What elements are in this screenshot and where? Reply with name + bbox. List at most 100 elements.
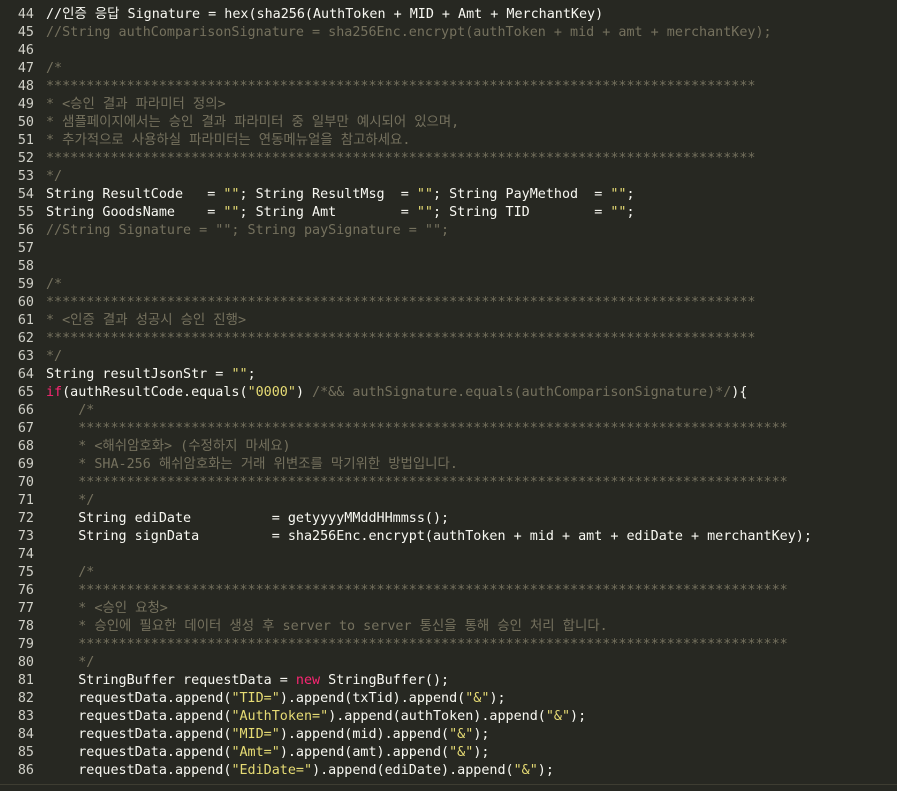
string-token: "&" — [449, 745, 474, 760]
code-line[interactable]: requestData.append("TID=").append(txTid)… — [46, 690, 897, 708]
code-line[interactable]: //String Signature = ""; String paySigna… — [46, 222, 897, 240]
editor-bottom-edge — [0, 784, 897, 791]
code-line[interactable]: ****************************************… — [46, 150, 897, 168]
code-line[interactable]: ****************************************… — [46, 330, 897, 348]
code-line[interactable]: * 샘플페이지에서는 승인 결과 파라미터 중 일부만 예시되어 있으며, — [46, 114, 897, 132]
comment-token: * SHA-256 해쉬암호화는 거래 위변조를 막기위한 방법입니다. — [46, 457, 458, 472]
comment-token: * <해쉬암호화> (수정하지 마세요) — [46, 439, 291, 454]
code-line[interactable] — [46, 546, 897, 564]
line-number: 63 — [17, 349, 34, 364]
code-line[interactable]: * <해쉬암호화> (수정하지 마세요) — [46, 438, 897, 456]
string-token: "" — [610, 205, 627, 220]
string-token: "" — [223, 205, 240, 220]
code-line[interactable]: /* — [46, 60, 897, 78]
code-line[interactable]: */ — [46, 654, 897, 672]
line-number: 57 — [17, 241, 34, 256]
string-token: "MID=" — [231, 727, 280, 742]
line-number: 84 — [17, 727, 34, 742]
code-line[interactable]: */ — [46, 348, 897, 366]
code-line[interactable]: /* — [46, 276, 897, 294]
line-number: 75 — [17, 565, 34, 580]
code-line[interactable]: String ediDate = getyyyyMMddHHmmss(); — [46, 510, 897, 528]
string-token: "AuthToken=" — [231, 709, 329, 724]
comment-token: /* — [46, 403, 95, 418]
comment-token: /* — [46, 277, 63, 292]
comment-token: ****************************************… — [46, 637, 788, 652]
line-number: 70 — [17, 475, 34, 490]
code-line[interactable]: String GoodsName = ""; String Amt = ""; … — [46, 204, 897, 222]
code-line[interactable]: String signData = sha256Enc.encrypt(auth… — [46, 528, 897, 546]
line-number: 53 — [17, 169, 34, 184]
comment-token: ****************************************… — [46, 475, 788, 490]
code-line[interactable]: requestData.append("MID=").append(mid).a… — [46, 726, 897, 744]
code-line[interactable]: ****************************************… — [46, 582, 897, 600]
text-token: String signData = sha256Enc.encrypt(auth… — [46, 529, 812, 544]
text-token: requestData.append( — [46, 709, 232, 724]
string-token: "" — [416, 187, 433, 202]
text-token: requestData.append( — [46, 727, 232, 742]
code-line[interactable]: ****************************************… — [46, 294, 897, 312]
line-number: 52 — [17, 151, 34, 166]
code-line[interactable]: * SHA-256 해쉬암호화는 거래 위변조를 막기위한 방법입니다. — [46, 456, 897, 474]
text-token: (authResultCode.equals( — [62, 385, 248, 400]
code-line[interactable] — [46, 42, 897, 60]
line-number: 81 — [17, 673, 34, 688]
string-token: "" — [231, 367, 248, 382]
comment-token: ****************************************… — [46, 295, 756, 310]
code-line[interactable] — [46, 240, 897, 258]
line-number: 54 — [17, 187, 34, 202]
line-number: 50 — [17, 115, 34, 130]
line-number: 48 — [17, 79, 34, 94]
code-line[interactable]: String ResultCode = ""; String ResultMsg… — [46, 186, 897, 204]
line-number: 62 — [17, 331, 34, 346]
string-token: "TID=" — [231, 691, 280, 706]
text-token: ).append(authToken).append( — [328, 709, 546, 724]
code-line[interactable] — [46, 258, 897, 276]
line-number-gutter: 44 45 46 47 48 49 50 51 52 53 54 55 56 57 58 59 60 61 62 63… — [0, 6, 38, 780]
code-area[interactable]: //인증 응답 Signature = hex(sha256(AuthToken… — [46, 6, 897, 780]
code-line[interactable]: //인증 응답 Signature = hex(sha256(AuthToken… — [46, 6, 897, 24]
line-number: 74 — [17, 547, 34, 562]
code-line[interactable]: if(authResultCode.equals("0000") /*&& au… — [46, 384, 897, 402]
code-line[interactable]: /* — [46, 564, 897, 582]
line-number: 71 — [17, 493, 34, 508]
code-line[interactable]: * 승인에 필요한 데이터 생성 후 server to server 통신을 … — [46, 618, 897, 636]
comment-token: ****************************************… — [46, 79, 756, 94]
code-editor[interactable]: 44 45 46 47 48 49 50 51 52 53 54 55 56 57 58 59 60 61 62 63… — [0, 0, 897, 791]
code-line[interactable]: requestData.append("EdiDate=").append(ed… — [46, 762, 897, 780]
text-token: String ResultCode = — [46, 187, 224, 202]
code-line[interactable]: * <인증 결과 성공시 승인 진행> — [46, 312, 897, 330]
code-line[interactable]: //String authComparisonSignature = sha25… — [46, 24, 897, 42]
comment-token: /* — [46, 565, 95, 580]
text-token: ).append(mid).append( — [279, 727, 450, 742]
line-number: 59 — [17, 277, 34, 292]
code-line[interactable]: requestData.append("AuthToken=").append(… — [46, 708, 897, 726]
line-number: 44 — [17, 7, 34, 22]
code-line[interactable]: ****************************************… — [46, 420, 897, 438]
code-line[interactable]: StringBuffer requestData = new StringBuf… — [46, 672, 897, 690]
code-line[interactable]: * <승인 요청> — [46, 600, 897, 618]
text-token: requestData.append( — [46, 763, 232, 778]
code-line[interactable]: String resultJsonStr = ""; — [46, 366, 897, 384]
code-line[interactable]: * <승인 결과 파라미터 정의> — [46, 96, 897, 114]
text-token: ; — [247, 367, 256, 382]
string-token: "" — [610, 187, 627, 202]
code-line[interactable]: ****************************************… — [46, 78, 897, 96]
code-line[interactable]: requestData.append("Amt=").append(amt).a… — [46, 744, 897, 762]
code-line[interactable]: /* — [46, 402, 897, 420]
text-token: ).append(ediDate).append( — [312, 763, 514, 778]
text-token: String resultJsonStr = — [46, 367, 232, 382]
comment-token: * 승인에 필요한 데이터 생성 후 server to server 통신을 … — [46, 619, 608, 634]
code-line[interactable]: ****************************************… — [46, 474, 897, 492]
line-number: 73 — [17, 529, 34, 544]
comment-token: */ — [46, 349, 63, 364]
code-line[interactable]: * 추가적으로 사용하실 파라미터는 연동메뉴얼을 참고하세요. — [46, 132, 897, 150]
code-line[interactable]: ****************************************… — [46, 636, 897, 654]
string-token: "&" — [545, 709, 571, 724]
code-line[interactable]: */ — [46, 168, 897, 186]
code-line[interactable]: */ — [46, 492, 897, 510]
string-token: "EdiDate=" — [231, 763, 313, 778]
comment-token: * <승인 결과 파라미터 정의> — [46, 97, 226, 112]
line-number: 58 — [17, 259, 34, 274]
text-token: ; String PayMethod = — [433, 187, 611, 202]
